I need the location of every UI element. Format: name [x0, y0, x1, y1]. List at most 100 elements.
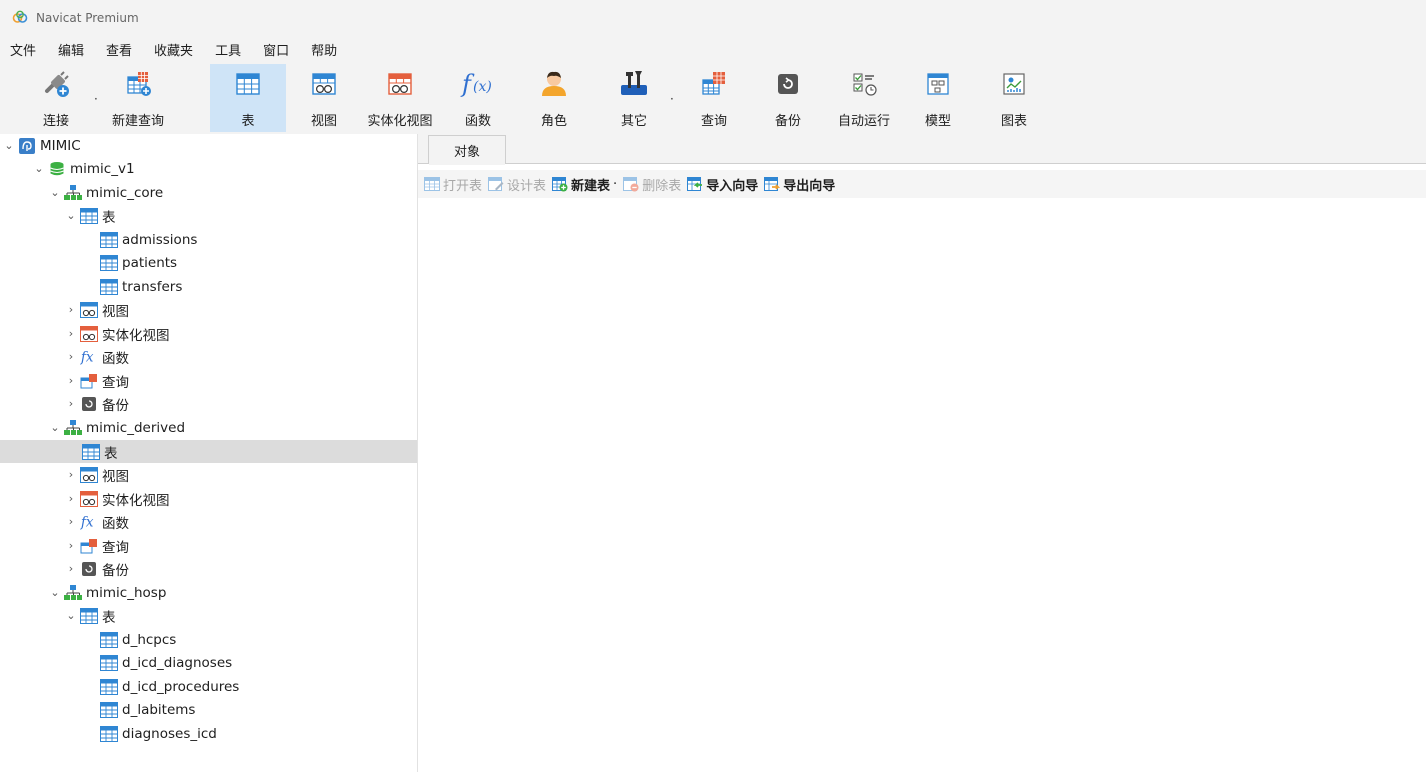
menu-help[interactable]: 帮助: [309, 38, 339, 61]
menu-tools[interactable]: 工具: [213, 38, 243, 61]
menu-view[interactable]: 查看: [104, 38, 134, 61]
chevron-down-icon[interactable]: ⌄: [66, 609, 76, 622]
export-wizard-button[interactable]: 导出向导: [764, 175, 835, 194]
tree-functions-folder[interactable]: › fx 函数: [0, 345, 417, 368]
delete-table-button[interactable]: 删除表: [623, 175, 681, 194]
table-name: diagnoses_icd: [122, 725, 217, 742]
tree-database[interactable]: ⌄ mimic_v1: [0, 157, 417, 180]
chevron-right-icon[interactable]: ›: [66, 327, 76, 340]
backup-icon: [80, 560, 98, 578]
new-table-dropdown-dot[interactable]: ·: [613, 177, 617, 192]
tree-tables-folder[interactable]: ⌄ 表: [0, 604, 417, 627]
chevron-right-icon[interactable]: ›: [66, 515, 76, 528]
materialized-view-button[interactable]: 实体化视图: [360, 64, 440, 132]
view-tool-button[interactable]: 视图: [296, 64, 352, 132]
chevron-down-icon[interactable]: ⌄: [50, 586, 60, 599]
object-list-area[interactable]: [418, 198, 1426, 772]
new-table-button[interactable]: 新建表 ·: [552, 175, 617, 194]
table-tool-button[interactable]: 表: [210, 64, 286, 132]
chevron-right-icon[interactable]: ›: [66, 350, 76, 363]
other-tool-button[interactable]: 其它: [604, 64, 664, 132]
chart-tool-button[interactable]: 图表: [988, 64, 1040, 132]
menu-edit[interactable]: 编辑: [56, 38, 86, 61]
tree-schema-mimic-derived[interactable]: ⌄ mimic_derived: [0, 416, 417, 439]
new-query-button[interactable]: 新建查询: [106, 64, 170, 132]
tab-bar: 对象: [418, 134, 1426, 165]
function-icon: fx: [80, 513, 98, 531]
schema-label: mimic_core: [86, 184, 164, 201]
chevron-right-icon[interactable]: ›: [66, 303, 76, 316]
tree-backups-folder[interactable]: › 备份: [0, 557, 417, 580]
function-tool-label: 函数: [464, 114, 491, 129]
model-tool-button[interactable]: 模型: [912, 64, 964, 132]
user-icon: [539, 64, 569, 104]
tree-views-folder[interactable]: › 视图: [0, 298, 417, 321]
menu-window[interactable]: 窗口: [261, 38, 291, 61]
tree-table-item[interactable]: d_icd_procedures: [0, 675, 417, 698]
queries-folder-label: 查询: [102, 539, 129, 556]
backup-tool-button[interactable]: 备份: [762, 64, 814, 132]
connect-button[interactable]: 连接: [30, 64, 82, 132]
menu-favorites[interactable]: 收藏夹: [152, 38, 195, 61]
other-dropdown-dot[interactable]: ·: [670, 92, 674, 106]
chevron-down-icon[interactable]: ⌄: [50, 186, 60, 199]
chevron-down-icon[interactable]: ⌄: [34, 162, 44, 175]
function-icon: f (x): [460, 64, 496, 104]
tree-backups-folder[interactable]: › 备份: [0, 392, 417, 415]
mviews-folder-label: 实体化视图: [102, 492, 170, 509]
table-name: d_labitems: [122, 701, 196, 718]
chevron-right-icon[interactable]: ›: [66, 374, 76, 387]
design-table-button[interactable]: 设计表: [488, 175, 546, 194]
menu-file[interactable]: 文件: [8, 38, 38, 61]
chevron-down-icon[interactable]: ⌄: [4, 139, 14, 152]
table-tool-label: 表: [241, 114, 255, 129]
chart-icon: [1000, 64, 1028, 104]
tree-schema-mimic-hosp[interactable]: ⌄ mimic_hosp: [0, 581, 417, 604]
tree-table-item[interactable]: transfers: [0, 275, 417, 298]
model-icon: [924, 64, 952, 104]
import-wizard-button[interactable]: 导入向导: [687, 175, 758, 194]
chevron-right-icon[interactable]: ›: [66, 468, 76, 481]
table-icon: [100, 278, 118, 296]
tree-views-folder[interactable]: › 视图: [0, 463, 417, 486]
tree-schema-mimic-core[interactable]: ⌄ mimic_core: [0, 181, 417, 204]
queries-folder-label: 查询: [102, 374, 129, 391]
tree-mviews-folder[interactable]: › 实体化视图: [0, 322, 417, 345]
tree-tables-folder-selected[interactable]: 表: [0, 440, 417, 463]
connect-dropdown-dot[interactable]: ·: [94, 92, 98, 106]
backup-tool-label: 备份: [774, 114, 801, 129]
automation-tool-button[interactable]: 自动运行: [832, 64, 896, 132]
chevron-right-icon[interactable]: ›: [66, 562, 76, 575]
tree-tables-folder[interactable]: ⌄ 表: [0, 204, 417, 227]
chevron-down-icon[interactable]: ⌄: [50, 421, 60, 434]
tree-table-item[interactable]: admissions: [0, 228, 417, 251]
main-toolbar: 连接 · 新建查询 表 视图 实体化视图 f (x) 函数 角色 其它 · 查询…: [0, 62, 1426, 135]
tree-table-item[interactable]: patients: [0, 251, 417, 274]
export-wizard-icon: [764, 176, 781, 192]
function-icon: fx: [80, 348, 98, 366]
tree-table-item[interactable]: d_labitems: [0, 698, 417, 721]
tree-queries-folder[interactable]: › 查询: [0, 369, 417, 392]
chevron-right-icon[interactable]: ›: [66, 539, 76, 552]
view-icon: [80, 466, 98, 484]
open-table-button[interactable]: 打开表: [424, 175, 482, 194]
query-tool-button[interactable]: 查询: [686, 64, 742, 132]
tab-objects[interactable]: 对象: [428, 135, 506, 165]
schema-icon: [64, 419, 82, 437]
materialized-view-icon: [80, 325, 98, 343]
tree-queries-folder[interactable]: › 查询: [0, 534, 417, 557]
new-query-label: 新建查询: [111, 114, 164, 129]
chevron-down-icon[interactable]: ⌄: [66, 209, 76, 222]
tree-functions-folder[interactable]: › fx 函数: [0, 510, 417, 533]
tree-connection-mimic[interactable]: ⌄ MIMIC: [0, 134, 417, 157]
tree-mviews-folder[interactable]: › 实体化视图: [0, 487, 417, 510]
chevron-right-icon[interactable]: ›: [66, 397, 76, 410]
role-tool-button[interactable]: 角色: [528, 64, 580, 132]
tree-table-item[interactable]: d_hcpcs: [0, 628, 417, 651]
table-name: transfers: [122, 278, 183, 295]
function-tool-button[interactable]: f (x) 函数: [452, 64, 504, 132]
tree-table-item[interactable]: d_icd_diagnoses: [0, 651, 417, 674]
tree-table-item[interactable]: diagnoses_icd: [0, 722, 417, 745]
materialized-view-icon: [80, 490, 98, 508]
chevron-right-icon[interactable]: ›: [66, 492, 76, 505]
